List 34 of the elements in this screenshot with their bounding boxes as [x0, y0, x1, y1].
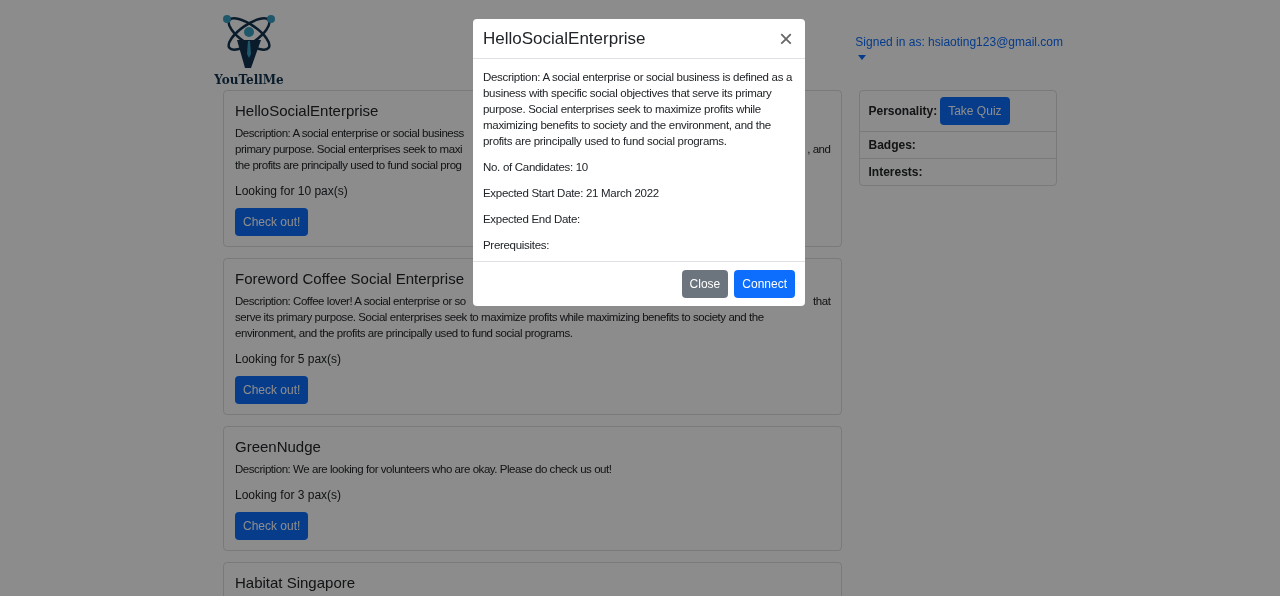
- modal-text: Expected Start Date: 21 March 2022: [483, 186, 660, 201]
- card-description: primary purpose. Social enterprises seek to maxi: [235, 142, 463, 157]
- account-link[interactable]: Signed in as: hsiaoting123@gmail.com: [855, 35, 1063, 49]
- card-title: GreenNudge: [235, 438, 321, 455]
- card-title: Habitat Singapore: [235, 574, 356, 591]
- card-description: , and: [807, 142, 831, 157]
- check-out-button[interactable]: Check out!: [235, 376, 309, 404]
- profile-label: Badges:: [868, 138, 916, 152]
- candidate-count: Looking for 10 pax(s): [235, 184, 348, 198]
- take-quiz-button[interactable]: Take Quiz: [940, 97, 1010, 125]
- modal-text: Expected End Date:: [483, 212, 581, 227]
- card-title: Foreword Coffee Social Enterprise: [235, 270, 464, 287]
- check-out-button[interactable]: Check out!: [235, 512, 309, 540]
- card-description: Description: We are looking for volunteers who are okay. Please do check us out!: [235, 462, 612, 477]
- card-title: HelloSocialEnterprise: [235, 102, 379, 119]
- profile-label: Interests:: [868, 165, 923, 179]
- card-description: the profits are principally used to fund social prog: [235, 158, 462, 173]
- modal-text: Prerequisites:: [483, 238, 551, 253]
- card-description: that: [813, 294, 831, 309]
- card-description: Description: A social enterprise or social business: [235, 126, 464, 141]
- candidate-count: Looking for 5 pax(s): [235, 352, 342, 366]
- modal-text: Description: A social enterprise or social business is defined as a business with specific social objectives that serve its primary purpose. Social enterprises seek to maximize profits while maximizing benefits to society and the environment, and the profits are principally used to fund social programs.: [483, 70, 794, 149]
- card-description: environment, and the profits are principally used to fund social programs.: [235, 326, 573, 341]
- check-out-button[interactable]: Check out!: [235, 208, 309, 236]
- logo-text: YouTellMe: [214, 73, 284, 87]
- modal-title: HelloSocialEnterprise: [483, 29, 646, 49]
- connect-button[interactable]: Connect: [734, 270, 795, 298]
- card-description: serve its primary purpose. Social enterprises seek to maximize profits while maximizing benefits to society and the: [235, 310, 764, 325]
- card-description: Description: Coffee lover! A social enterprise or so: [235, 294, 466, 309]
- caret-icon[interactable]: [858, 55, 867, 60]
- profile-label: Personality:: [868, 104, 938, 118]
- modal-text: No. of Candidates: 10: [483, 160, 589, 175]
- candidate-count: Looking for 3 pax(s): [235, 488, 342, 502]
- close-button[interactable]: Close: [681, 270, 729, 298]
